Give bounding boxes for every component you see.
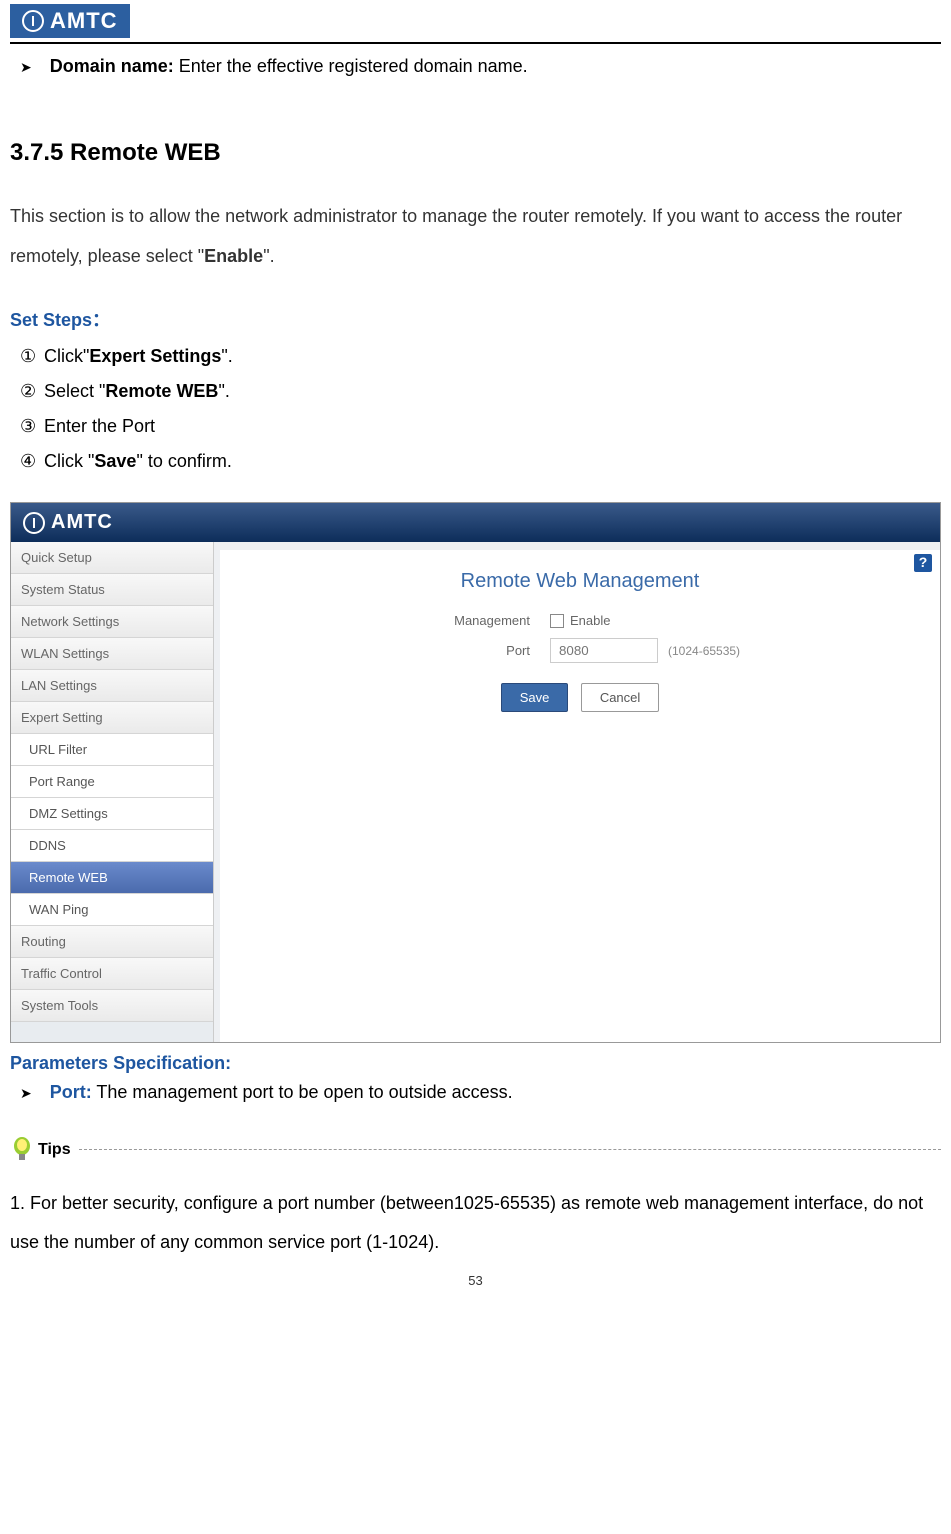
- logo-icon: [22, 10, 44, 32]
- sidebar-item[interactable]: Remote WEB: [11, 862, 213, 894]
- port-param-text: Port: The management port to be open to …: [50, 1080, 513, 1105]
- steps-list: ① Click"Expert Settings". ② Select "Remo…: [10, 346, 941, 472]
- router-brand: AMTC: [51, 511, 113, 534]
- dashed-line: [79, 1149, 941, 1151]
- port-input[interactable]: [550, 638, 658, 663]
- tips-label: Tips: [38, 1141, 71, 1159]
- sidebar-item[interactable]: System Tools: [11, 990, 213, 1022]
- lightbulb-icon: [10, 1136, 34, 1164]
- step-number: ③: [20, 416, 44, 437]
- set-steps-label: Set Steps：: [10, 306, 110, 332]
- tips-text: 1. For better security, configure a port…: [10, 1184, 941, 1263]
- router-ui-screenshot: AMTC Quick SetupSystem StatusNetwork Set…: [10, 502, 941, 1043]
- port-label: Port: [380, 643, 530, 658]
- step-item: ② Select "Remote WEB".: [20, 381, 931, 402]
- port-row: Port (1024-65535): [240, 638, 920, 663]
- router-top-bar: AMTC: [11, 503, 940, 542]
- intro-bold: Enable: [204, 246, 263, 266]
- step-text: Enter the Port: [44, 416, 155, 437]
- domain-name-desc: Enter the effective registered domain na…: [174, 56, 528, 76]
- brand-logo: AMTC: [10, 4, 130, 38]
- domain-name-label: Domain name:: [50, 56, 174, 76]
- cancel-button[interactable]: Cancel: [581, 683, 659, 712]
- enable-label: Enable: [570, 613, 610, 628]
- sidebar: Quick SetupSystem StatusNetwork Settings…: [11, 542, 214, 1042]
- intro-pre: This section is to allow the network adm…: [10, 206, 902, 266]
- step-number: ④: [20, 451, 44, 472]
- sidebar-item[interactable]: Routing: [11, 926, 213, 958]
- brand-text: AMTC: [50, 8, 118, 34]
- sidebar-item[interactable]: LAN Settings: [11, 670, 213, 702]
- section-title: 3.7.5 Remote WEB: [10, 139, 941, 167]
- management-label: Management: [380, 613, 530, 628]
- sidebar-item[interactable]: DMZ Settings: [11, 798, 213, 830]
- step-number: ②: [20, 381, 44, 402]
- domain-name-bullet: ➤ Domain name: Enter the effective regis…: [20, 54, 931, 79]
- sidebar-item[interactable]: Network Settings: [11, 606, 213, 638]
- sidebar-item[interactable]: WLAN Settings: [11, 638, 213, 670]
- step-text: Click"Expert Settings".: [44, 346, 233, 367]
- tips-header: Tips: [10, 1136, 941, 1164]
- sidebar-item[interactable]: WAN Ping: [11, 894, 213, 926]
- main-panel: ? Remote Web Management Management Enabl…: [220, 550, 940, 1042]
- chevron-icon: ➤: [20, 58, 32, 78]
- doc-header: AMTC: [10, 0, 941, 44]
- logo-icon: [23, 512, 45, 534]
- button-row: Save Cancel: [240, 683, 920, 712]
- save-button[interactable]: Save: [501, 683, 569, 712]
- sidebar-item[interactable]: Quick Setup: [11, 542, 213, 574]
- intro-post: ".: [263, 246, 274, 266]
- sidebar-item[interactable]: DDNS: [11, 830, 213, 862]
- router-body: Quick SetupSystem StatusNetwork Settings…: [11, 542, 940, 1042]
- sidebar-item[interactable]: Port Range: [11, 766, 213, 798]
- params-heading: Parameters Specification:: [10, 1053, 941, 1074]
- chevron-icon: ➤: [20, 1084, 32, 1104]
- step-item: ① Click"Expert Settings".: [20, 346, 931, 367]
- enable-checkbox[interactable]: [550, 614, 564, 628]
- management-row: Management Enable: [240, 613, 920, 628]
- step-item: ④ Click "Save" to confirm.: [20, 451, 931, 472]
- step-item: ③ Enter the Port: [20, 416, 931, 437]
- page-number: 53: [10, 1273, 941, 1288]
- port-param-bullet: ➤ Port: The management port to be open t…: [20, 1080, 931, 1105]
- step-text: Select "Remote WEB".: [44, 381, 230, 402]
- domain-name-text: Domain name: Enter the effective registe…: [50, 54, 528, 79]
- step-number: ①: [20, 346, 44, 367]
- port-param-label: Port:: [50, 1082, 92, 1102]
- sidebar-item[interactable]: Expert Setting: [11, 702, 213, 734]
- port-param-desc: The management port to be open to outsid…: [92, 1082, 513, 1102]
- section-intro: This section is to allow the network adm…: [10, 197, 941, 276]
- sidebar-item[interactable]: Traffic Control: [11, 958, 213, 990]
- panel-title: Remote Web Management: [240, 570, 920, 593]
- port-hint: (1024-65535): [668, 644, 740, 658]
- step-text: Click "Save" to confirm.: [44, 451, 232, 472]
- sidebar-item[interactable]: System Status: [11, 574, 213, 606]
- sidebar-item[interactable]: URL Filter: [11, 734, 213, 766]
